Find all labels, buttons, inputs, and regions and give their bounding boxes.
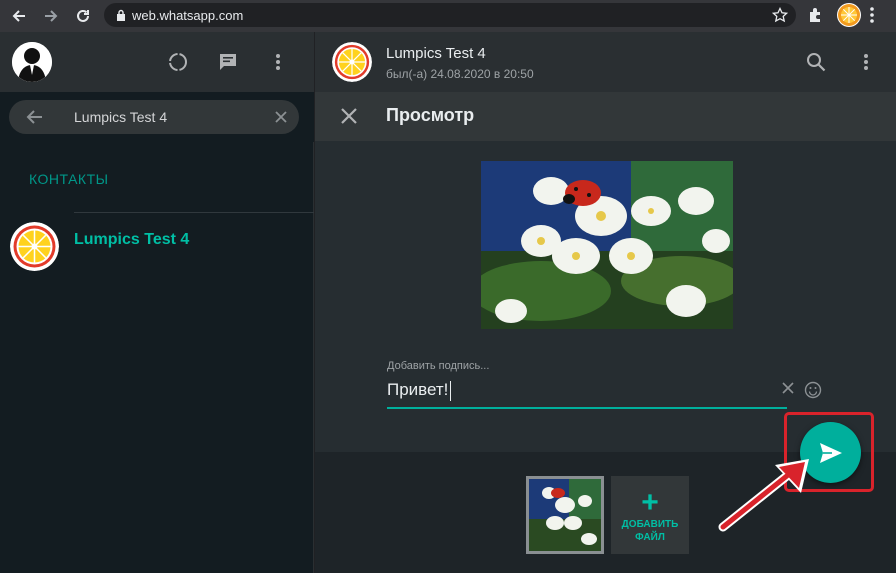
browser-toolbar: web.whatsapp.com (0, 0, 896, 32)
address-bar[interactable]: web.whatsapp.com (104, 3, 796, 27)
search-icon[interactable] (806, 52, 826, 72)
kebab-menu-icon[interactable] (864, 53, 868, 71)
close-icon[interactable] (340, 107, 358, 125)
preview-image (481, 161, 733, 329)
orange-slice-icon (838, 4, 860, 26)
divider (74, 212, 314, 213)
forward-button[interactable] (38, 3, 64, 29)
reload-button[interactable] (70, 3, 96, 29)
add-file-label-line-1: ДОБАВИТЬ (621, 519, 679, 530)
text-caret (450, 381, 451, 401)
add-file-label-line-2: ФАЙЛ (635, 532, 665, 543)
arrow-left-icon[interactable] (25, 109, 43, 125)
sidebar-menu-button[interactable] (266, 50, 290, 74)
back-button[interactable] (6, 3, 32, 29)
close-icon[interactable] (275, 111, 287, 123)
flower-thumbnail (529, 479, 601, 551)
search-input-value: Lumpics Test 4 (74, 109, 168, 125)
user-avatar[interactable] (12, 42, 52, 82)
attachment-thumbnail[interactable] (526, 476, 604, 554)
chat-title[interactable]: Lumpics Test 4 (386, 45, 486, 62)
reload-icon (77, 9, 89, 22)
add-file-label: ДОБАВИТЬ ФАЙЛ (611, 518, 689, 544)
chat-avatar[interactable] (332, 42, 372, 82)
caption-input[interactable]: Привет! (387, 377, 787, 409)
lock-icon (117, 9, 125, 21)
chat-icon (220, 54, 236, 70)
contact-avatar (10, 222, 59, 271)
caption-value: Привет! (387, 380, 449, 399)
add-file-button[interactable]: + ДОБАВИТЬ ФАЙЛ (611, 476, 689, 554)
arrow-left-icon (12, 10, 25, 22)
sidebar: Lumpics Test 4 КОНТАКТЫ Lumpics Test 4 (0, 32, 314, 573)
search-input[interactable]: Lumpics Test 4 (9, 100, 299, 134)
sidebar-header (0, 32, 314, 92)
last-seen-text: был(-а) 24.08.2020 в 20:50 (386, 67, 534, 81)
preview-header: Просмотр (315, 92, 896, 141)
star-icon[interactable] (772, 7, 788, 23)
search-area: Lumpics Test 4 (0, 92, 314, 142)
arrow-right-icon (45, 10, 58, 22)
profile-avatar[interactable] (837, 3, 861, 27)
send-icon (819, 442, 842, 463)
status-ring-icon (169, 53, 187, 71)
contact-item[interactable]: Lumpics Test 4 (0, 214, 314, 276)
user-silhouette-icon (12, 42, 52, 82)
pointer-arrow-icon (718, 459, 809, 532)
status-button[interactable] (166, 50, 190, 74)
puzzle-icon[interactable] (806, 5, 826, 25)
new-chat-button[interactable] (216, 50, 240, 74)
preview-title: Просмотр (386, 105, 475, 125)
contact-name: Lumpics Test 4 (74, 231, 190, 248)
close-icon[interactable] (782, 382, 794, 394)
contacts-section-title: КОНТАКТЫ (29, 171, 109, 187)
browser-menu-icon[interactable] (870, 6, 874, 24)
chat-header: Lumpics Test 4 был(-а) 24.08.2020 в 20:5… (315, 32, 896, 92)
plus-icon: + (641, 486, 659, 519)
flower-photo (481, 161, 733, 329)
emoji-icon[interactable] (804, 381, 822, 399)
caption-label: Добавить подпись... (387, 360, 490, 372)
kebab-menu-icon (276, 54, 280, 70)
url-text: web.whatsapp.com (132, 7, 244, 23)
